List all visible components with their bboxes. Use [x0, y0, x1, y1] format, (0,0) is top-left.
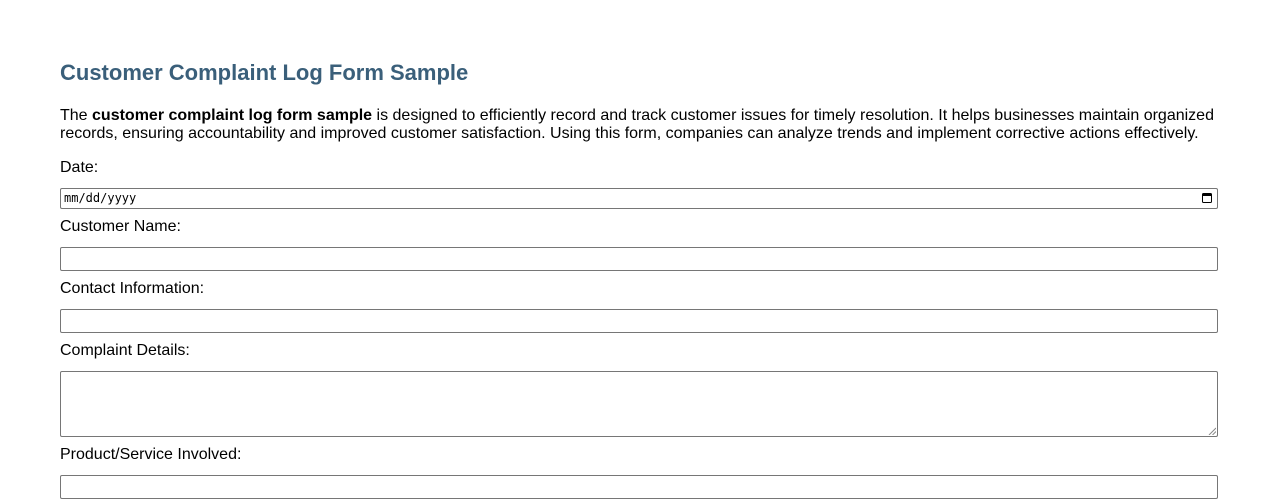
contact-information-label: Contact Information:: [60, 280, 205, 297]
complaint-details-label: Complaint Details:: [60, 342, 190, 359]
complaint-details-textarea[interactable]: [60, 371, 1218, 437]
contact-information-input[interactable]: [60, 309, 1218, 333]
customer-name-label: Customer Name:: [60, 218, 181, 235]
intro-bold-text: customer complaint log form sample: [92, 107, 373, 124]
date-label: Date:: [60, 159, 99, 176]
customer-name-input[interactable]: [60, 247, 1218, 271]
intro-paragraph: The customer complaint log form sample i…: [60, 107, 1218, 143]
product-service-label: Product/Service Involved:: [60, 446, 242, 463]
date-input[interactable]: mm/dd/yyyy: [60, 188, 1218, 209]
product-service-input[interactable]: [60, 475, 1218, 499]
calendar-icon[interactable]: [1202, 193, 1212, 203]
date-placeholder: mm/dd/yyyy: [64, 191, 137, 205]
intro-prefix: The: [60, 107, 93, 124]
page-title: Customer Complaint Log Form Sample: [60, 60, 469, 85]
resize-grip-icon[interactable]: [1208, 427, 1216, 435]
